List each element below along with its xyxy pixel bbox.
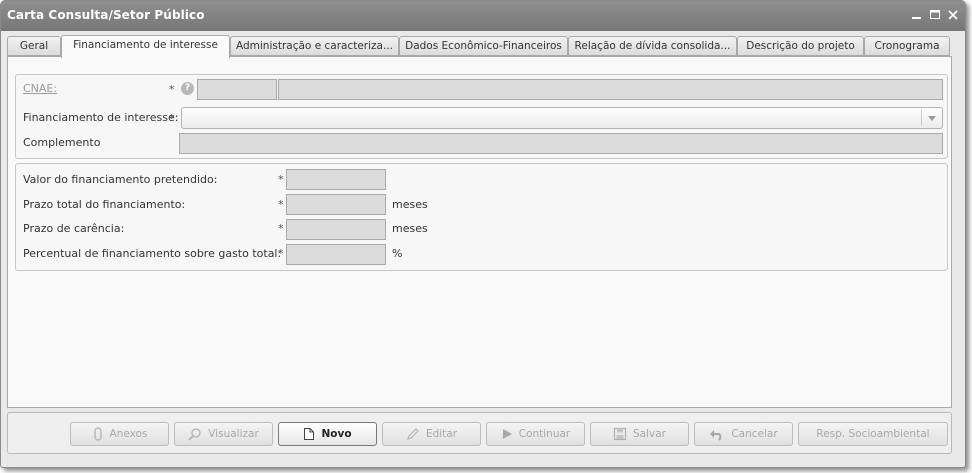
cnae-label[interactable]: CNAE: xyxy=(23,82,57,95)
tab-relacao-de-divida[interactable]: Relação de dívida consolida... xyxy=(568,36,737,56)
tab-descricao-do-projeto[interactable]: Descrição do projeto xyxy=(737,36,864,56)
prazo-total-field[interactable] xyxy=(286,194,386,215)
anexos-button[interactable]: Anexos xyxy=(70,422,169,446)
window: Carta Consulta/Setor Público Geral Finan… xyxy=(0,0,966,468)
financiamento-required-mark: * xyxy=(169,112,175,125)
editar-button[interactable]: Editar xyxy=(382,422,481,446)
percentual-required-mark: * xyxy=(278,247,284,260)
floppy-icon xyxy=(613,427,627,441)
tab-dados-economico-financeiros[interactable]: Dados Econômico-Financeiros xyxy=(399,36,568,56)
anexos-button-label: Anexos xyxy=(109,428,148,440)
tab-cronograma[interactable]: Cronograma xyxy=(864,36,950,56)
valor-required-mark: * xyxy=(278,173,284,186)
financiamento-label: Financiamento de interesse: xyxy=(23,111,179,124)
valor-label: Valor do financiamento pretendido: xyxy=(23,173,218,186)
continuar-button[interactable]: Continuar xyxy=(486,422,585,446)
resp-socioambiental-button[interactable]: Resp. Socioambiental xyxy=(798,422,948,446)
title-bar[interactable]: Carta Consulta/Setor Público xyxy=(1,1,965,31)
action-bar: Anexos Visualizar Novo Editar Continuar … xyxy=(7,412,952,454)
visualizar-button-label: Visualizar xyxy=(208,428,259,440)
complemento-label: Complemento xyxy=(23,136,101,149)
chevron-down-icon[interactable] xyxy=(921,110,942,126)
prazo-total-label: Prazo total do financiamento: xyxy=(23,198,186,211)
prazo-total-required-mark: * xyxy=(278,198,284,211)
prazo-carencia-field[interactable] xyxy=(286,219,386,240)
prazo-carencia-unit: meses xyxy=(392,222,428,235)
pencil-icon xyxy=(407,428,419,440)
cancelar-button[interactable]: Cancelar xyxy=(694,422,793,446)
percentual-unit: % xyxy=(392,247,403,260)
cnae-code-field[interactable] xyxy=(197,79,277,100)
undo-icon xyxy=(710,430,722,441)
magnifier-icon xyxy=(188,428,201,441)
valores-group: Valor do financiamento pretendido: * Pra… xyxy=(15,163,948,271)
percentual-label: Percentual de financiamento sobre gasto … xyxy=(23,247,282,260)
tab-administracao[interactable]: Administração e caracteriza... xyxy=(230,36,399,56)
tab-geral[interactable]: Geral xyxy=(7,36,61,56)
tab-bar: Geral Financiamento de interesse Adminis… xyxy=(7,35,955,58)
tab-content: CNAE: * ? Financiamento de interesse: * … xyxy=(7,56,952,408)
valor-field[interactable] xyxy=(286,169,386,190)
prazo-carencia-label: Prazo de carência: xyxy=(23,222,125,235)
maximize-icon[interactable] xyxy=(927,7,943,23)
new-document-icon xyxy=(304,428,315,440)
cancelar-button-label: Cancelar xyxy=(731,428,778,440)
complemento-field[interactable] xyxy=(179,133,943,154)
editar-button-label: Editar xyxy=(425,428,458,440)
cnae-group: CNAE: * ? Financiamento de interesse: * … xyxy=(15,74,948,159)
tab-financiamento-de-interesse[interactable]: Financiamento de interesse xyxy=(61,35,230,58)
salvar-button-label: Salvar xyxy=(633,428,666,440)
visualizar-button[interactable]: Visualizar xyxy=(174,422,273,446)
cnae-description-field[interactable] xyxy=(278,79,943,100)
salvar-button[interactable]: Salvar xyxy=(590,422,689,446)
cnae-required-mark: * xyxy=(169,83,175,96)
prazo-total-unit: meses xyxy=(392,198,428,211)
close-icon[interactable] xyxy=(945,7,961,23)
novo-button-label: Novo xyxy=(321,428,352,440)
clip-icon xyxy=(93,427,102,441)
minimize-icon[interactable] xyxy=(909,7,925,23)
financiamento-select[interactable] xyxy=(181,107,943,129)
continuar-button-label: Continuar xyxy=(518,428,571,440)
novo-button[interactable]: Novo xyxy=(278,422,377,446)
prazo-carencia-required-mark: * xyxy=(278,222,284,235)
window-title: Carta Consulta/Setor Público xyxy=(7,8,205,22)
play-icon xyxy=(502,429,512,439)
percentual-field[interactable] xyxy=(286,244,386,265)
help-icon[interactable]: ? xyxy=(181,82,194,95)
